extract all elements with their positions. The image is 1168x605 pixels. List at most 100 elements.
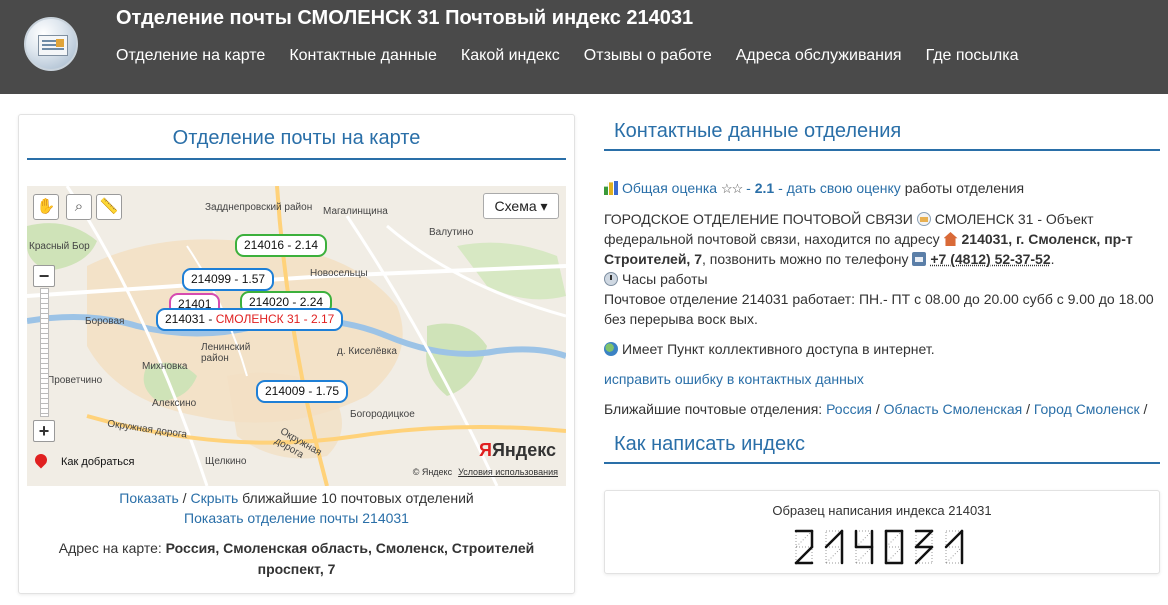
yandex-logo: ЯЯндекс — [479, 440, 556, 460]
fix-error-link[interactable]: исправить ошибку в контактных данных — [604, 371, 864, 387]
phone-icon — [912, 252, 927, 266]
nav-item-addresses[interactable]: Адреса обслуживания — [736, 47, 902, 65]
index-digit-2 — [794, 545, 814, 565]
house-icon — [943, 232, 958, 246]
map-marker-214016[interactable]: 214016 - 2.14 — [235, 234, 328, 257]
rate-suffix: работы отделения — [900, 180, 1025, 196]
yandex-logo-text: Яндекс — [491, 440, 556, 460]
map-label-kiselevka: д. Киселёвка — [337, 346, 397, 357]
rating-line: Общая оценка ☆☆ - 2.1 - дать свою оценку… — [604, 178, 1164, 199]
crumb-city[interactable]: Город Смоленск — [1034, 401, 1140, 417]
zoom-in-button[interactable]: + — [33, 420, 55, 442]
main-nav: Отделение на карте Контактные данные Как… — [116, 47, 1019, 65]
hours-title: Часы работы — [622, 271, 708, 287]
map-label-shchelkino: Щелкино — [205, 456, 247, 467]
map-panel: Отделение почты на карте Задднепровский … — [18, 114, 575, 594]
phone-prefix: , позвонить можно по телефону — [702, 251, 913, 267]
crumb-russia[interactable]: Россия — [826, 401, 872, 417]
map-type-select[interactable]: Схема ▾ — [483, 193, 559, 219]
nearest-offices: Ближайшие почтовые отделения: Россия / О… — [604, 399, 1164, 419]
rating-value: 2.1 — [754, 180, 775, 196]
internet-text: Имеет Пункт коллективного доступа в инте… — [622, 341, 935, 357]
index-digit-1 — [944, 529, 964, 549]
nearest-suffix: ближайшие 10 почтовых отделений — [238, 490, 474, 506]
mail-logo-icon[interactable] — [24, 17, 78, 71]
description-start: ГОРОДСКОЕ ОТДЕЛЕНИЕ ПОЧТОВОЙ СВЯЗИ — [604, 211, 917, 227]
marker-code: 214031 - — [165, 312, 213, 326]
zoom-out-button[interactable]: − — [33, 265, 55, 287]
hours-text: Почтовое отделение 214031 работает: ПН.-… — [604, 291, 1154, 327]
nav-item-contacts[interactable]: Контактные данные — [289, 47, 437, 65]
ruler-icon[interactable]: 📏 — [96, 194, 122, 220]
map-marker-214031[interactable]: 214031 - СМОЛЕНСК 31 - 2.17 — [156, 308, 344, 331]
map-label-novoseltsy: Новосельцы — [310, 268, 368, 279]
post-office-icon — [916, 212, 931, 226]
site-header: Отделение почты СМОЛЕНСК 31 Почтовый инд… — [0, 0, 1168, 94]
map-label-krasny-bor: Красный Бор — [29, 241, 90, 252]
digit-template-line — [885, 546, 903, 564]
map-label-alekseevo: Алексино — [152, 398, 197, 409]
contacts-section-title: Контактные данные отделения — [604, 120, 1160, 151]
link-separator: / — [178, 490, 191, 506]
zoom-slider[interactable] — [40, 288, 49, 417]
digit-template-line — [885, 530, 903, 548]
hours-title-line: Часы работы — [604, 269, 1164, 289]
index-sample-box: Образец написания индекса 214031 — [604, 490, 1160, 574]
nav-item-map[interactable]: Отделение на карте — [116, 47, 265, 65]
marker-office-name: СМОЛЕНСК 31 - 2.17 — [215, 312, 335, 326]
map-address: Адрес на карте: Россия, Смоленская облас… — [49, 538, 544, 580]
drag-hand-icon[interactable]: ✋ — [33, 194, 59, 220]
map-label-bogoroditskoe: Богородицкое — [350, 409, 415, 420]
page-title: Отделение почты СМОЛЕНСК 31 Почтовый инд… — [116, 7, 694, 29]
phone-number[interactable]: +7 (4812) 52-37-52 — [930, 251, 1050, 267]
map-label-provetchino: Проветчино — [47, 375, 103, 386]
crumb-sep-2: / — [1022, 401, 1034, 417]
hide-nearest-link[interactable]: Скрыть — [190, 490, 238, 506]
digit-template-line — [825, 546, 843, 564]
map-marker-214009[interactable]: 214009 - 1.75 — [256, 380, 349, 403]
map-label-zadneprovsky: Задднепровский район — [205, 202, 313, 213]
copyright-text: © Яндекс — [412, 467, 453, 477]
location-pin-icon — [32, 451, 50, 469]
index-digit-3 — [914, 545, 934, 565]
rating-link[interactable]: Общая оценка — [622, 180, 717, 196]
star-rating-icon: ☆☆ — [720, 181, 743, 196]
rating-chart-icon — [604, 181, 618, 195]
map-label-magalinshchina: Магалинщина — [323, 206, 388, 217]
crumb-sep-3: / — [1139, 401, 1148, 417]
office-description: ГОРОДСКОЕ ОТДЕЛЕНИЕ ПОЧТОВОЙ СВЯЗИ СМОЛЕ… — [604, 211, 1133, 267]
index-digit-1 — [824, 529, 844, 549]
digit-template-line — [855, 530, 873, 548]
nav-item-tracking[interactable]: Где посылка — [926, 47, 1019, 65]
contact-details: Общая оценка ☆☆ - 2.1 - дать свою оценку… — [604, 178, 1164, 419]
map-label-mikhnovka: Михновка — [142, 361, 188, 372]
rating-separator-2: - — [774, 180, 787, 196]
nav-item-reviews[interactable]: Отзывы о работе — [584, 47, 712, 65]
terms-link[interactable]: Условия использования — [458, 467, 558, 477]
map-panel-title: Отделение почты на карте — [27, 127, 566, 160]
index-digits — [794, 529, 964, 565]
index-digit-3 — [914, 529, 934, 549]
digit-template-line — [795, 530, 813, 548]
route-button[interactable]: Как добраться — [32, 451, 134, 469]
index-section-title: Как написать индекс — [604, 433, 1160, 464]
crumb-region[interactable]: Область Смоленская — [884, 401, 1023, 417]
digit-template-line — [945, 546, 963, 564]
internet-line: Имеет Пункт коллективного доступа в инте… — [604, 339, 1164, 359]
zoom-area-icon[interactable]: ⌕ — [66, 194, 92, 220]
address-label: Адрес на карте: — [58, 540, 166, 556]
show-nearest-link[interactable]: Показать — [119, 490, 179, 506]
yandex-map[interactable]: Задднепровский район Магалинщина Валутин… — [27, 186, 566, 486]
map-copyright: © Яндекс Условия использования — [413, 467, 558, 477]
digit-template-line — [855, 546, 873, 564]
map-label-valutino: Валутино — [429, 227, 474, 238]
map-marker-214099[interactable]: 214099 - 1.57 — [182, 268, 275, 291]
nav-item-index[interactable]: Какой индекс — [461, 47, 560, 65]
rate-link[interactable]: дать свою оценку — [787, 180, 901, 196]
crumb-sep-1: / — [872, 401, 884, 417]
map-label-leninsky: Ленинский район — [201, 342, 251, 364]
address-value: Россия, Смоленская область, Смоленск, Ст… — [165, 540, 535, 577]
rating-separator: - — [742, 180, 755, 196]
office-name: СМОЛЕНСК 31 — [934, 211, 1034, 227]
show-office-link[interactable]: Показать отделение почты 214031 — [184, 510, 409, 526]
